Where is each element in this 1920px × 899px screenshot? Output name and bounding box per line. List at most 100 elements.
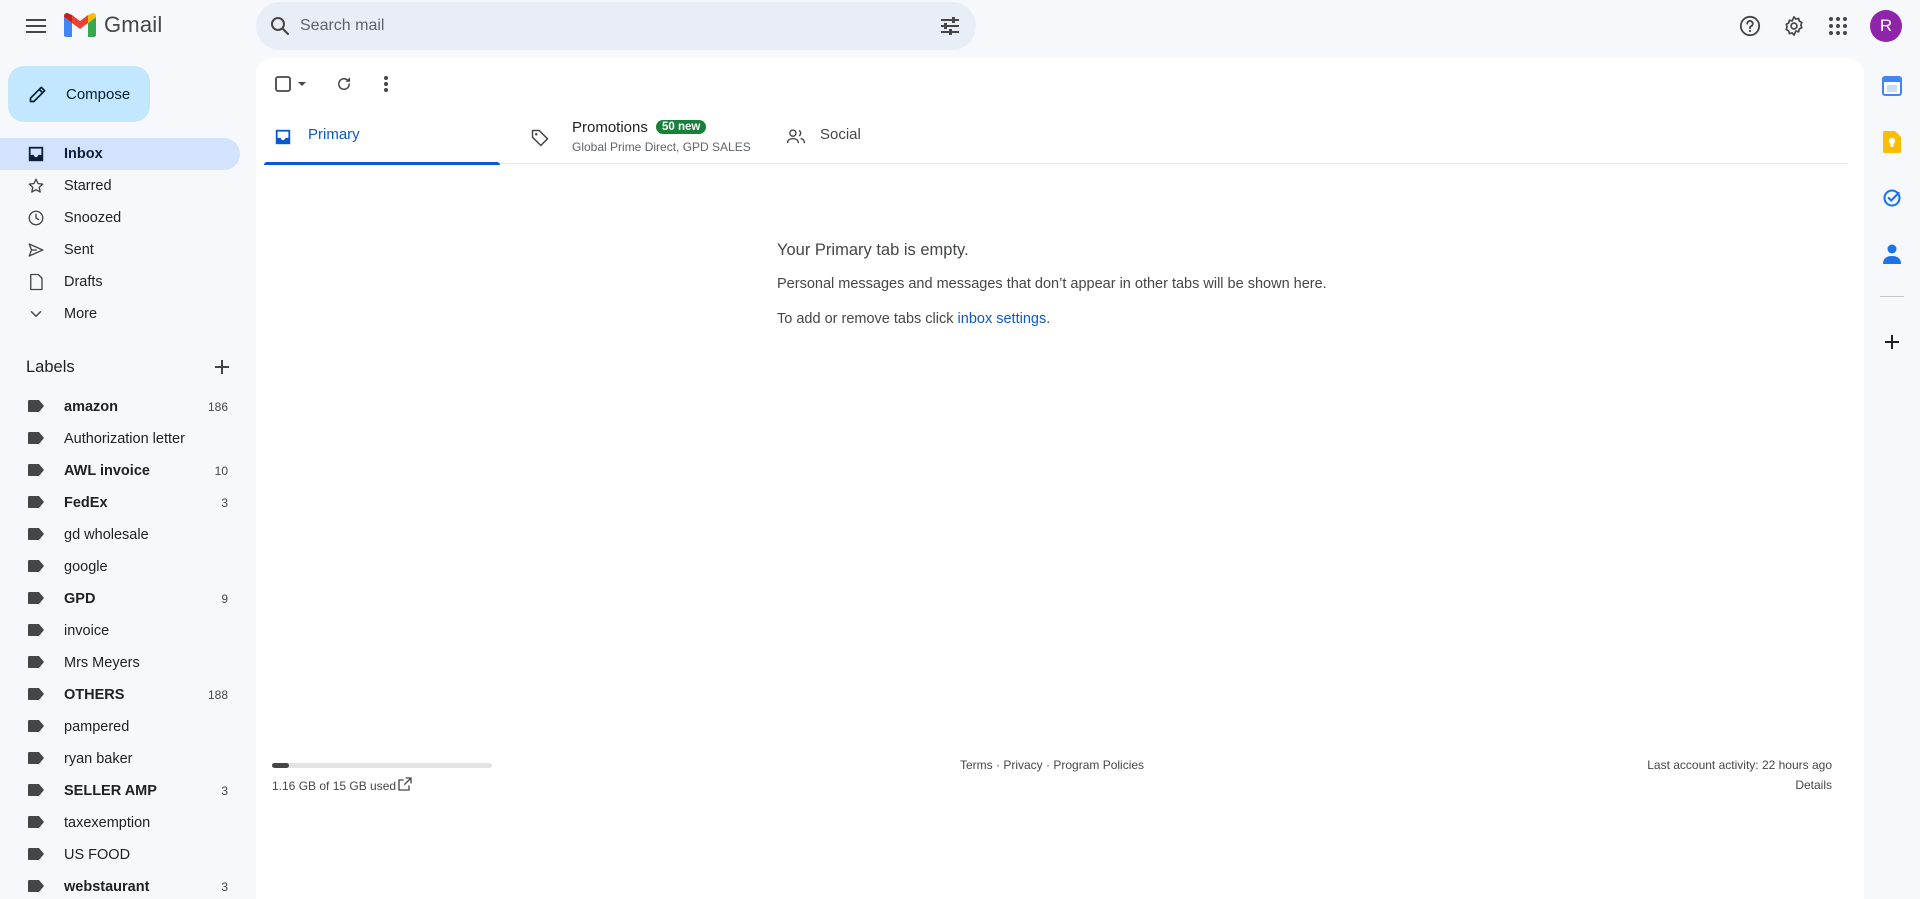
label-item[interactable]: AWL invoice 10 [0,454,240,486]
account-avatar[interactable]: R [1870,10,1902,42]
label-name: Mrs Meyers [64,655,140,671]
program-policies-link[interactable]: Program Policies [1053,758,1144,772]
label-item[interactable]: Mrs Meyers [0,646,240,678]
keep-icon [1883,131,1901,153]
nav-item-more[interactable]: More [0,298,240,330]
keep-addon[interactable] [1880,130,1904,154]
checkbox-icon [275,76,306,92]
label-tag-icon [28,688,44,700]
active-tab-indicator [264,162,500,165]
empty-state: Your Primary tab is empty. Personal mess… [777,241,1477,327]
last-account-activity: Last account activity: 22 hours ago [1647,758,1832,772]
compose-button[interactable]: Compose [8,66,150,122]
label-item[interactable]: amazon 186 [0,390,240,422]
privacy-link[interactable]: Privacy [1003,758,1042,772]
label-item[interactable]: taxexemption [0,806,240,838]
label-count: 3 [221,880,228,894]
label-name: taxexemption [64,815,151,831]
nav-item-sent[interactable]: Sent [0,234,240,266]
label-name: webstaurant [64,879,150,895]
label-tag-icon [28,720,44,732]
label-tag-icon [28,496,44,508]
search-bar[interactable] [256,2,976,50]
storage-usage-fill [272,763,289,768]
label-item[interactable]: SELLER AMP 3 [0,774,240,806]
gmail-m-icon [64,13,96,37]
help-icon [1739,15,1761,37]
label-item[interactable]: US FOOD [0,838,240,870]
google-apps-button[interactable] [1824,12,1852,40]
label-item[interactable]: google [0,550,240,582]
plus-icon [1885,335,1899,349]
create-label-plus-icon[interactable] [212,357,232,377]
label-tag-icon [28,624,44,636]
label-name: amazon [64,399,118,415]
search-icon[interactable] [268,14,292,38]
label-name: AWL invoice [64,463,150,479]
inbox-icon [28,146,44,162]
tab-promotions[interactable]: Promotions 50 new Global Prime Direct, G… [520,110,756,164]
tab-primary-label: Primary [308,126,360,143]
tasks-icon [1883,189,1901,207]
support-button[interactable] [1736,12,1764,40]
label-tag-icon [28,560,44,572]
settings-button[interactable] [1780,12,1808,40]
inbox-settings-link[interactable]: inbox settings [958,311,1047,327]
tab-social[interactable]: Social [776,110,1012,164]
nav-item-inbox[interactable]: Inbox [0,138,240,170]
label-item[interactable]: Authorization letter [0,422,240,454]
more-actions-button[interactable] [374,72,398,96]
nav-item-label: More [64,306,98,322]
nav-item-label: Snoozed [64,210,122,226]
label-item[interactable]: FedEx 3 [0,486,240,518]
promotions-new-badge: 50 new [656,120,707,134]
send-icon [28,243,44,257]
label-tag-icon [28,592,44,604]
calendar-icon [1882,76,1902,96]
empty-state-title: Your Primary tab is empty. [777,241,969,259]
tasks-addon[interactable] [1880,186,1904,210]
category-tabs: Primary Promotions 50 new Global Prime D… [264,110,1848,165]
nav-item-label: Starred [64,178,112,194]
nav-item-starred[interactable]: Starred [0,170,240,202]
nav-item-drafts[interactable]: Drafts [0,266,240,298]
label-item[interactable]: gd wholesale [0,518,240,550]
get-addons-button[interactable] [1880,330,1904,354]
label-name: SELLER AMP [64,783,157,799]
label-name: GPD [64,591,96,607]
details-link[interactable]: Details [1795,778,1832,792]
label-name: FedEx [64,495,108,511]
label-item[interactable]: GPD 9 [0,582,240,614]
star-icon [28,178,44,193]
gmail-logo[interactable]: Gmail [64,12,162,38]
label-item[interactable]: ryan baker [0,742,240,774]
label-count: 3 [221,496,228,510]
more-vert-icon [384,76,388,92]
select-all-checkbox[interactable] [272,72,312,96]
open-in-new-icon[interactable] [397,776,413,792]
labels-heading: Labels [26,358,75,376]
label-name: pampered [64,719,130,735]
label-tag-icon [28,656,44,668]
label-item[interactable]: pampered [0,710,240,742]
label-item[interactable]: invoice [0,614,240,646]
label-tag-icon [28,880,44,892]
nav-item-snoozed[interactable]: Snoozed [0,202,240,234]
gear-icon [1785,16,1803,36]
contacts-addon[interactable] [1880,242,1904,266]
label-name: Authorization letter [64,431,185,447]
refresh-button[interactable] [332,72,356,96]
empty-state-hint: To add or remove tabs click inbox settin… [777,311,1050,327]
label-name: ryan baker [64,751,133,767]
tab-primary[interactable]: Primary [264,110,500,165]
label-tag-icon [28,400,44,412]
main-menu-button[interactable] [20,12,52,40]
label-item[interactable]: OTHERS 188 [0,678,240,710]
search-input[interactable] [300,12,900,40]
search-options-icon[interactable] [938,14,962,38]
label-item[interactable]: webstaurant 3 [0,870,240,899]
tab-promotions-label: Promotions [572,119,648,136]
people-icon [786,129,806,144]
calendar-addon[interactable] [1880,74,1904,98]
terms-link[interactable]: Terms [960,758,993,772]
